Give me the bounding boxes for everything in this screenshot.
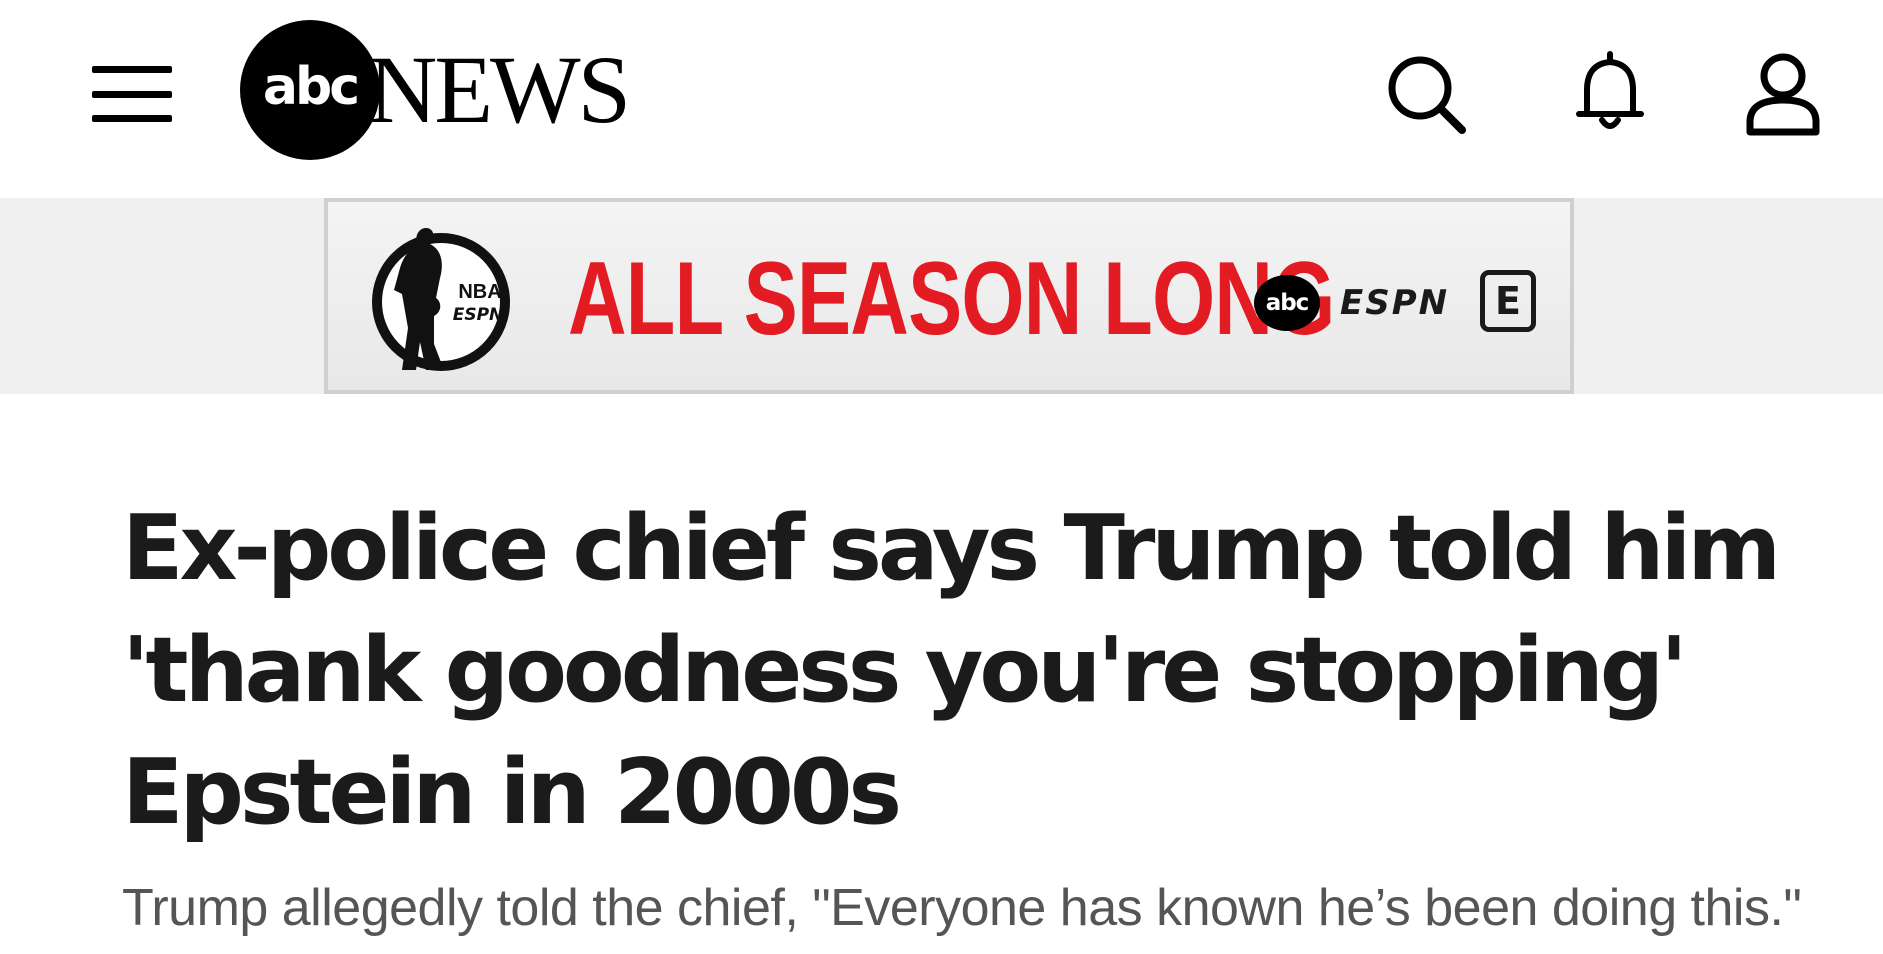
ad-band: NBA ESPN ALL SEASON LONG abc ESPN E: [0, 198, 1883, 394]
menu-line: [92, 115, 172, 122]
abc-news-logo[interactable]: abc NEWS: [240, 20, 631, 160]
ad-headline: ALL SEASON LONG: [568, 241, 1335, 357]
menu-line: [92, 66, 172, 73]
abc-network-logo: abc: [1254, 275, 1320, 331]
bell-icon[interactable]: [1565, 48, 1655, 138]
nba-espn-badge: NBA ESPN: [372, 228, 510, 371]
nba-ad-banner[interactable]: NBA ESPN ALL SEASON LONG abc ESPN E: [324, 198, 1574, 394]
user-icon-graphic: [1746, 53, 1820, 136]
article-subheadline: Trump allegedly told the chief, "Everyon…: [122, 879, 1802, 937]
article-headline: Ex-police chief says Trump told him 'tha…: [122, 496, 1781, 845]
espn-plus-text: E: [1495, 279, 1521, 323]
bell-icon-graphic: [1576, 51, 1644, 129]
news-logo-text: NEWS: [368, 36, 631, 143]
espn-plus-logo: E: [1480, 270, 1536, 332]
abc-logo-mark: abc: [240, 20, 380, 160]
user-icon[interactable]: [1738, 48, 1828, 138]
badge-espn-text: ESPN: [453, 305, 504, 325]
menu-line: [92, 90, 172, 98]
search-icon-graphic: [1388, 56, 1466, 134]
abc-network-text: abc: [1265, 290, 1310, 316]
menu-icon[interactable]: [92, 66, 172, 122]
site-header: abc NEWS: [0, 0, 1883, 198]
badge-nba-text: NBA: [458, 281, 501, 303]
abc-logo-text: abc: [262, 57, 360, 117]
search-icon[interactable]: [1380, 48, 1470, 138]
espn-network-logo: ESPN: [1340, 283, 1450, 323]
